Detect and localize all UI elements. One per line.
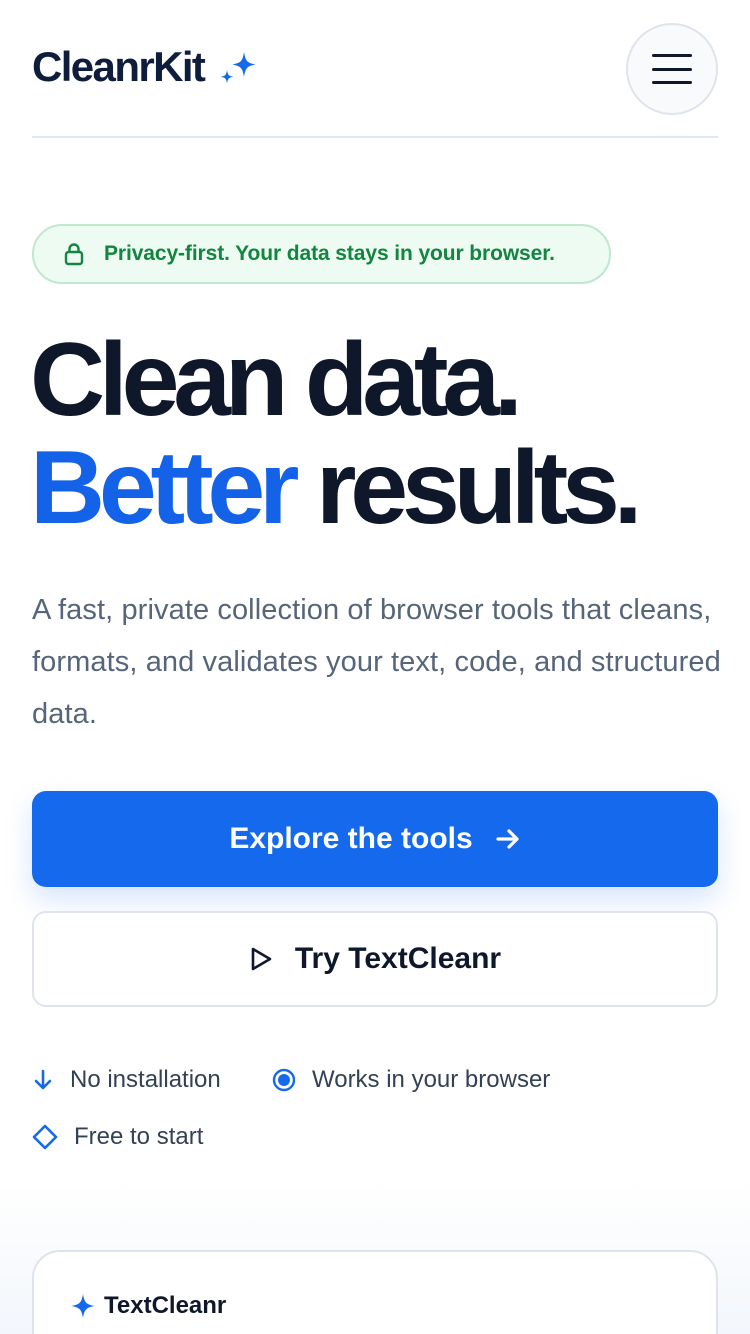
radio-dot-icon [272,1068,296,1092]
explore-tools-button[interactable]: Explore the tools [32,791,718,887]
sparkle-icon [71,1294,95,1318]
feature-label: Free to start [74,1123,204,1150]
feature-label: Works in your browser [312,1066,551,1093]
menu-button[interactable] [626,23,718,115]
hamburger-menu-icon [652,54,692,84]
lock-icon [64,243,84,266]
hero-description: A fast, private collection of browser to… [32,594,721,730]
privacy-badge-text: Privacy-first. Your data stays in your b… [104,242,555,265]
feature-label: No installation [70,1066,221,1093]
page: CleanrKit Privacy-first. Your data stays… [0,0,750,1334]
hero-title-rest: results. [316,430,643,546]
feature-no-installation: No installation [32,1066,221,1094]
logo-link[interactable]: CleanrKit [32,42,260,92]
arrow-right-icon [496,829,519,849]
hero-title-accent: Better [30,430,300,546]
hero-title: Clean data. Better results. [30,326,730,542]
logo-text: CleanrKit [32,43,206,90]
feature-works-in-browser: Works in your browser [272,1066,550,1094]
try-textcleanr-button[interactable]: Try TextCleanr [32,911,718,1007]
explore-tools-label: Explore the tools [229,822,473,855]
sparkle-icon [220,52,257,84]
hero-title-line-1: Clean data. [30,322,523,438]
arrow-down-icon [34,1069,52,1090]
try-textcleanr-label: Try TextCleanr [294,942,502,975]
privacy-badge: Privacy-first. Your data stays in your b… [32,224,611,284]
textcleanr-preview-card[interactable]: TextCleanr [32,1250,718,1334]
card-title-text: TextCleanr [104,1292,227,1319]
play-icon [251,947,272,971]
feature-free-to-start: Free to start [32,1123,203,1151]
hero-title-line-2: Better results. [30,434,730,542]
diamond-icon [32,1124,58,1150]
site-header: CleanrKit [32,22,718,138]
card-title: TextCleanr [70,1292,226,1320]
